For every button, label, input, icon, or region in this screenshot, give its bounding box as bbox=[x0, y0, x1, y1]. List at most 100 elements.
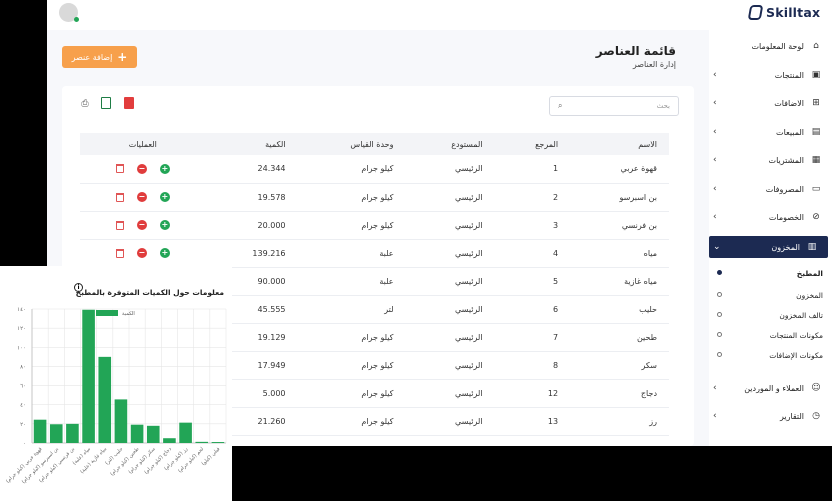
sidebar-subitem-label: المخزون bbox=[796, 290, 823, 300]
cell-name: مياه bbox=[570, 239, 669, 268]
cell-reference: 12 bbox=[494, 379, 571, 408]
sidebar-item-users[interactable]: ☺ العملاء و الموردين › bbox=[709, 377, 832, 399]
sidebar-subitem[interactable]: المطبخ bbox=[709, 263, 832, 283]
sidebar-item-discount[interactable]: ⊘ الخصومات › bbox=[709, 206, 832, 228]
y-tick-label: ٨٠ bbox=[20, 364, 26, 370]
add-item-button[interactable]: + إضافة عنصر bbox=[62, 46, 137, 68]
legend-label: الكمية bbox=[122, 311, 135, 317]
cell-unit: كيلو جرام bbox=[297, 155, 406, 184]
cell-quantity: 24.344 bbox=[205, 155, 298, 184]
cell-quantity: 139.216 bbox=[205, 239, 298, 268]
print-icon[interactable]: ⎙ bbox=[79, 97, 91, 110]
decrease-quantity-icon[interactable]: − bbox=[136, 192, 147, 202]
kitchen-quantities-chart-card: معلومات حول الكميات المتوفرة بالمطبخ i ٠… bbox=[0, 266, 232, 501]
sidebar-item-sales[interactable]: ▤ المبيعات › bbox=[709, 121, 832, 143]
sidebar-subitem-label: مكونات الإضافات bbox=[769, 350, 823, 360]
sidebar-item-label: العملاء و الموردين bbox=[744, 383, 804, 393]
chevron-icon: › bbox=[713, 127, 717, 137]
purchases-icon: ▦ bbox=[811, 155, 821, 165]
bar-chart: ٠٢٠٤٠٦٠٨٠١٠٠١٢٠١٤٠الكميةقهوة عربي (كيلو … bbox=[5, 307, 227, 485]
cell-reference: 7 bbox=[494, 323, 571, 352]
cell-reference: 6 bbox=[494, 295, 571, 324]
search-placeholder: بحث bbox=[656, 102, 670, 110]
sidebar-item-addons[interactable]: ⊞ الاضافات › bbox=[709, 92, 832, 114]
bar bbox=[163, 438, 176, 443]
sidebar-item-label: المشتريات bbox=[768, 155, 804, 165]
sidebar-item-dashboard[interactable]: ⌂ لوحة المعلومات bbox=[709, 35, 832, 57]
reports-icon: ◷ bbox=[812, 411, 820, 421]
increase-quantity-icon[interactable]: + bbox=[159, 220, 170, 230]
sidebar-item-reports[interactable]: ◷ التقارير › bbox=[709, 405, 832, 427]
sidebar-subitem[interactable]: مكونات الإضافات bbox=[709, 345, 832, 365]
brand-logo[interactable]: Skilltax bbox=[747, 5, 821, 20]
radio-dot-icon bbox=[717, 292, 722, 297]
pdf-export-icon[interactable] bbox=[124, 97, 134, 109]
increase-quantity-icon[interactable]: + bbox=[159, 163, 170, 174]
legend-swatch bbox=[96, 310, 118, 316]
cell-name: بن اسبرسو bbox=[570, 183, 669, 212]
cell-reference: 8 bbox=[494, 351, 571, 380]
cell-unit: كيلو جرام bbox=[297, 351, 406, 380]
plus-icon: + bbox=[117, 50, 128, 64]
decrease-quantity-icon[interactable]: − bbox=[136, 248, 147, 258]
cell-name: قهوة عربي bbox=[570, 155, 669, 184]
brand-name: Skilltax bbox=[766, 5, 821, 20]
bar bbox=[66, 423, 79, 443]
sidebar-item-label: لوحة المعلومات bbox=[751, 41, 804, 51]
chevron-icon: › bbox=[713, 70, 717, 80]
delete-icon[interactable] bbox=[115, 164, 124, 174]
y-tick-label: ٢٠ bbox=[20, 422, 26, 428]
cell-reference: 3 bbox=[494, 211, 571, 240]
y-tick-label: ٤٠ bbox=[20, 403, 26, 409]
users-icon: ☺ bbox=[811, 383, 821, 393]
cell-unit: كيلو جرام bbox=[297, 407, 406, 436]
sidebar-item-box[interactable]: ▣ المنتجات › bbox=[709, 64, 832, 86]
sidebar-subitem[interactable]: المخزون bbox=[709, 285, 832, 305]
y-tick-label: ١٢٠ bbox=[17, 326, 26, 332]
y-tick-label: ٠ bbox=[23, 441, 26, 447]
delete-icon[interactable] bbox=[115, 220, 124, 230]
header-warehouse: المستودع bbox=[451, 139, 483, 149]
inventory-icon: ▥ bbox=[807, 242, 817, 252]
search-input[interactable]: بحث ⌕ bbox=[549, 96, 679, 116]
sidebar-subitem-label: المطبخ bbox=[796, 268, 823, 278]
sidebar-item-label: المصروفات bbox=[765, 184, 804, 194]
sidebar-item-inventory[interactable]: ▥ المخزون ⌄ bbox=[709, 236, 828, 258]
addons-icon: ⊞ bbox=[812, 98, 820, 108]
header-quantity: الكمية bbox=[265, 139, 286, 149]
increase-quantity-icon[interactable]: + bbox=[159, 248, 170, 258]
delete-icon[interactable] bbox=[115, 248, 124, 258]
cell-reference: 5 bbox=[494, 267, 571, 296]
bar bbox=[146, 425, 160, 443]
sidebar-subitem[interactable]: تالف المخزون bbox=[709, 305, 832, 325]
cell-warehouse: الرئيسي bbox=[405, 211, 495, 240]
bar bbox=[49, 424, 63, 443]
search-icon: ⌕ bbox=[558, 101, 563, 110]
sales-icon: ▤ bbox=[811, 127, 821, 137]
cell-operations: −+ bbox=[80, 183, 206, 212]
radio-dot-icon bbox=[717, 332, 722, 337]
dashboard-icon: ⌂ bbox=[813, 41, 819, 51]
discount-icon: ⊘ bbox=[812, 212, 820, 222]
cell-name: طحين bbox=[570, 323, 669, 352]
sidebar-subitem[interactable]: مكونات المنتجات bbox=[709, 325, 832, 345]
table-row: مياه 4 الرئيسي علبة 139.216− + bbox=[80, 239, 669, 268]
cell-unit: كيلو جرام bbox=[297, 211, 406, 240]
sidebar-item-expenses[interactable]: ▭ المصروفات › bbox=[709, 178, 832, 200]
x-tick-label: فيلي (كيلو) bbox=[201, 446, 222, 467]
increase-quantity-icon[interactable]: + bbox=[159, 192, 170, 202]
decrease-quantity-icon[interactable]: − bbox=[136, 220, 147, 230]
cell-warehouse: الرئيسي bbox=[405, 295, 495, 324]
excel-export-icon[interactable] bbox=[101, 97, 111, 109]
cell-name: بن فرنسي bbox=[570, 211, 669, 240]
bar bbox=[211, 442, 225, 443]
delete-icon[interactable] bbox=[115, 192, 124, 202]
decrease-quantity-icon[interactable]: − bbox=[136, 163, 147, 174]
sidebar-item-purchases[interactable]: ▦ المشتريات › bbox=[709, 149, 832, 171]
sidebar-item-label: المخزون bbox=[771, 242, 800, 252]
sidebar-subitem-label: مكونات المنتجات bbox=[769, 330, 823, 340]
cell-name: حليب bbox=[570, 295, 669, 324]
cell-operations: −+ bbox=[80, 211, 206, 240]
cell-operations: −+ bbox=[80, 155, 206, 184]
radio-dot-icon bbox=[717, 352, 722, 357]
